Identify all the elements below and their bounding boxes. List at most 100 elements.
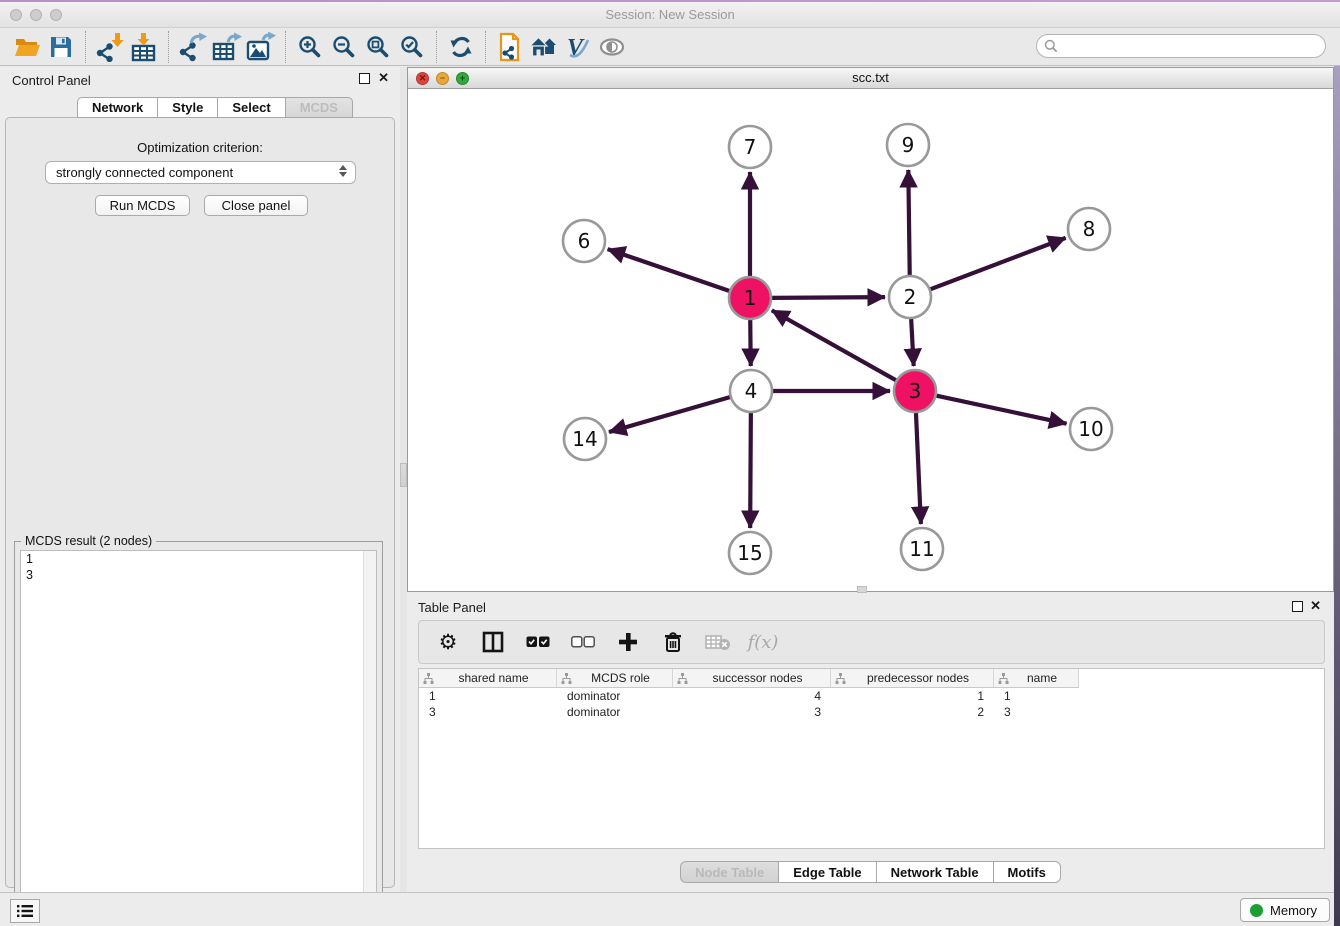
create-column-button[interactable]	[613, 627, 643, 657]
cell-MCDS-role[interactable]: dominator	[557, 688, 673, 704]
edge-1-2[interactable]	[772, 297, 885, 298]
refresh-layout-button[interactable]	[444, 30, 478, 64]
criterion-select[interactable]: strongly connected component	[45, 161, 356, 184]
mcds-result-node[interactable]: 1	[21, 551, 376, 567]
control-panel-tab-style[interactable]: Style	[157, 97, 217, 118]
plus-icon	[618, 632, 638, 652]
column-header-predecessor-nodes[interactable]: predecessor nodes	[831, 669, 994, 688]
export-network-button[interactable]	[176, 30, 210, 64]
export-table-button[interactable]	[210, 30, 244, 64]
control-panel-tab-select[interactable]: Select	[217, 97, 284, 118]
zoom-window-button[interactable]	[50, 9, 62, 21]
select-all-columns-button[interactable]	[523, 627, 553, 657]
save-session-button[interactable]	[44, 30, 78, 64]
edge-1-6[interactable]	[608, 249, 730, 291]
table-tab-motifs[interactable]: Motifs	[993, 861, 1061, 883]
open-session-button[interactable]	[10, 30, 44, 64]
table-options-button[interactable]: ⚙	[433, 627, 463, 657]
zoom-in-button[interactable]	[293, 30, 327, 64]
cell-MCDS-role[interactable]: dominator	[557, 704, 673, 720]
network-window-titlebar: ✕ − + scc.txt	[408, 68, 1333, 89]
network-graph[interactable]: 7968124314101511	[408, 89, 1333, 592]
zoom-selected-button[interactable]	[395, 30, 429, 64]
clone-network-button[interactable]	[493, 30, 527, 64]
column-header-name[interactable]: name	[994, 669, 1079, 688]
graph-node-label-8: 8	[1083, 217, 1096, 241]
column-header-successor-nodes[interactable]: successor nodes	[673, 669, 831, 688]
show-column-panel-button[interactable]	[478, 627, 508, 657]
table-row[interactable]: 1dominator411	[419, 688, 1324, 704]
cell-shared-name[interactable]: 1	[419, 688, 557, 704]
table-toolbar: ⚙	[418, 620, 1325, 664]
zoom-out-button[interactable]	[327, 30, 361, 64]
edge-2-8[interactable]	[931, 238, 1066, 289]
toolbar-separator	[436, 31, 437, 63]
run-mcds-button[interactable]: Run MCDS	[95, 195, 190, 216]
home-view-button[interactable]	[527, 30, 561, 64]
minimize-network-button[interactable]: −	[436, 72, 449, 85]
graph-node-label-10: 10	[1078, 417, 1103, 441]
table-tab-node-table[interactable]: Node Table	[680, 861, 778, 883]
network-window-controls: ✕ − +	[416, 72, 469, 85]
memory-button[interactable]: Memory	[1240, 898, 1330, 922]
close-network-button[interactable]: ✕	[416, 72, 429, 85]
mcds-result-node[interactable]: 3	[21, 567, 376, 583]
result-scrollbar[interactable]	[363, 551, 376, 915]
column-header-MCDS-role[interactable]: MCDS role	[557, 669, 673, 688]
cell-name[interactable]: 3	[994, 704, 1079, 720]
task-history-button[interactable]	[10, 899, 40, 923]
network-canvas[interactable]: 7968124314101511	[408, 89, 1333, 591]
edge-4-14[interactable]	[609, 397, 730, 432]
edge-4-15[interactable]	[750, 413, 751, 528]
edge-3-10[interactable]	[937, 396, 1067, 424]
delete-column-button[interactable]	[658, 627, 688, 657]
cell-predecessor-nodes[interactable]: 1	[831, 688, 994, 704]
vertical-splitter[interactable]	[400, 67, 407, 892]
control-panel-tab-network[interactable]: Network	[77, 97, 157, 118]
cell-name[interactable]: 1	[994, 688, 1079, 704]
vizmapper-button[interactable]: V	[561, 30, 595, 64]
node-table[interactable]: shared nameMCDS rolesuccessor nodesprede…	[418, 668, 1325, 849]
deselect-all-columns-button[interactable]	[568, 627, 598, 657]
float-panel-icon[interactable]	[359, 73, 370, 84]
table-row[interactable]: 3dominator323	[419, 704, 1324, 720]
table-tab-network-table[interactable]: Network Table	[876, 861, 993, 883]
splitter-handle[interactable]	[400, 463, 407, 487]
cell-shared-name[interactable]: 3	[419, 704, 557, 720]
edge-2-9[interactable]	[908, 170, 909, 275]
birds-eye-view-button[interactable]	[595, 30, 629, 64]
close-panel-icon[interactable]: ✕	[378, 71, 389, 85]
float-table-panel-icon[interactable]	[1292, 601, 1303, 612]
memory-label: Memory	[1270, 903, 1317, 918]
import-table-button[interactable]	[127, 30, 161, 64]
cell-predecessor-nodes[interactable]: 2	[831, 704, 994, 720]
control-panel: Control Panel ✕ NetworkStyleSelectMCDS O…	[0, 67, 400, 892]
import-table-icon	[130, 32, 158, 62]
select-stepper-icon	[339, 165, 347, 177]
close-table-panel-icon[interactable]: ✕	[1310, 599, 1321, 613]
graph-node-label-15: 15	[737, 541, 762, 565]
trash-icon	[663, 631, 683, 653]
edge-3-11[interactable]	[916, 413, 921, 524]
minimize-window-button[interactable]	[30, 9, 42, 21]
edge-3-1[interactable]	[772, 310, 896, 380]
mcds-result-list[interactable]: 13	[20, 550, 377, 916]
horizontal-splitter-handle[interactable]	[857, 586, 867, 593]
zoom-fit-button[interactable]	[361, 30, 395, 64]
open-folder-icon	[14, 35, 41, 58]
edge-2-3[interactable]	[911, 319, 914, 366]
close-window-button[interactable]	[10, 9, 22, 21]
maximize-network-button[interactable]: +	[456, 72, 469, 85]
close-panel-button[interactable]: Close panel	[204, 195, 308, 216]
export-image-button[interactable]	[244, 30, 278, 64]
delete-table-button-disabled	[703, 627, 733, 657]
export-image-icon	[246, 32, 276, 62]
control-panel-tab-mcds[interactable]: MCDS	[285, 97, 353, 118]
column-header-shared-name[interactable]: shared name	[419, 669, 557, 688]
table-tab-edge-table[interactable]: Edge Table	[778, 861, 875, 883]
cell-successor-nodes[interactable]: 3	[673, 704, 831, 720]
cell-successor-nodes[interactable]: 4	[673, 688, 831, 704]
import-network-button[interactable]	[93, 30, 127, 64]
search-input[interactable]	[1036, 34, 1326, 58]
fx-icon: f(x)	[748, 632, 779, 653]
